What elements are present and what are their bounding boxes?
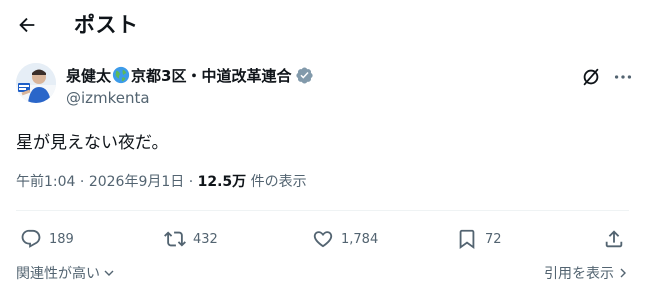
header: ポスト xyxy=(0,0,645,52)
page-title: ポスト xyxy=(74,13,139,37)
author-name-part1: 泉健太 xyxy=(66,66,112,85)
views-count: 12.5万 xyxy=(197,174,247,190)
more-glyph xyxy=(614,75,632,79)
view-quotes-link[interactable]: 引用を表示 xyxy=(544,263,629,283)
share-icon xyxy=(605,230,623,248)
meta-separator: · xyxy=(79,174,85,190)
divider xyxy=(16,210,629,211)
grok-icon[interactable] xyxy=(580,66,602,88)
like-count: 1,784 xyxy=(341,231,379,247)
chevron-down-icon xyxy=(104,270,114,276)
tweet-meta: 午前1:04 · 2026年9月1日 · 12.5万 件の表示 xyxy=(16,171,307,191)
repost-button[interactable]: 432 xyxy=(164,224,218,254)
repost-icon xyxy=(164,231,186,247)
back-button[interactable] xyxy=(10,8,44,42)
author-name[interactable]: 泉健太 京都3区・中道改革連合 xyxy=(66,64,314,86)
tweet-text: 星が見えない夜だ。 xyxy=(16,133,169,153)
share-button[interactable] xyxy=(603,224,625,254)
bookmark-icon xyxy=(459,229,475,250)
avatar-image xyxy=(16,63,56,103)
tweet-date[interactable]: 2026年9月1日 xyxy=(89,174,184,190)
chevron-right-icon xyxy=(620,268,626,278)
reply-button[interactable]: 189 xyxy=(20,224,74,254)
sort-label: 関連性が高い xyxy=(16,266,100,282)
post-page: ポスト 泉健太 京都3区・中道改革連合 @izmkenta 星が見えない夜だ。 … xyxy=(0,0,645,294)
verified-badge-icon xyxy=(296,67,314,83)
arrow-left-icon xyxy=(19,17,35,33)
reply-count: 189 xyxy=(49,231,74,247)
more-dots-icon[interactable] xyxy=(612,66,634,88)
globe-icon xyxy=(112,66,130,84)
views-label: 件の表示 xyxy=(250,174,307,190)
grok-glyph xyxy=(583,68,599,86)
reply-icon xyxy=(21,229,41,248)
like-button[interactable]: 1,784 xyxy=(312,224,378,254)
author-name-part2: 京都3区・中道改革連合 xyxy=(131,66,292,85)
bookmark-count: 72 xyxy=(485,231,502,247)
author-handle[interactable]: @izmkenta xyxy=(66,89,150,107)
tweet-time[interactable]: 午前1:04 xyxy=(16,174,75,190)
heart-icon xyxy=(313,231,333,248)
meta-separator-2: · xyxy=(188,174,194,190)
bookmark-button[interactable]: 72 xyxy=(456,224,502,254)
avatar[interactable] xyxy=(16,63,56,103)
sort-dropdown[interactable]: 関連性が高い xyxy=(16,263,115,283)
view-quotes-label: 引用を表示 xyxy=(544,266,614,282)
repost-count: 432 xyxy=(193,231,218,247)
